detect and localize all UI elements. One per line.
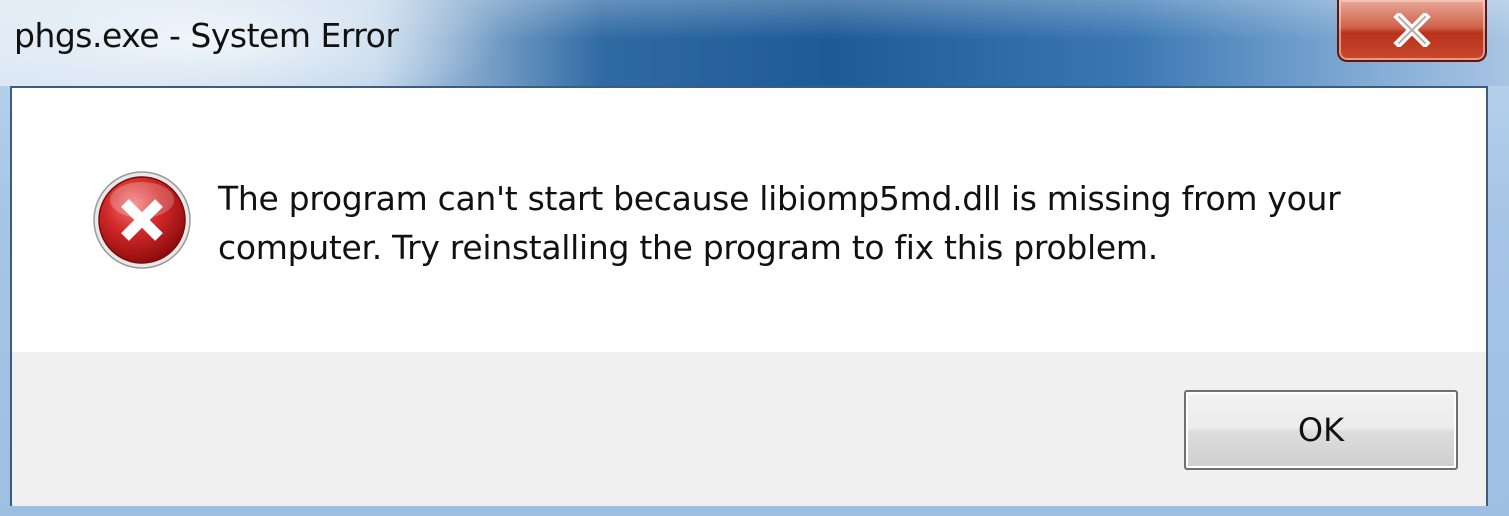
ok-button[interactable]: OK <box>1184 390 1458 470</box>
button-bar: OK <box>12 352 1486 506</box>
error-message: The program can't start because libiomp5… <box>218 179 1341 267</box>
error-icon <box>92 170 192 270</box>
window-title: phgs.exe - System Error <box>14 16 399 55</box>
title-bar[interactable]: phgs.exe - System Error <box>0 0 1509 86</box>
error-dialog-window: phgs.exe - System Error The program can'… <box>0 0 1509 516</box>
close-button[interactable] <box>1337 0 1487 62</box>
message-area: The program can't start because libiomp5… <box>12 88 1486 352</box>
dialog-body: The program can't start because libiomp5… <box>10 86 1488 506</box>
close-icon <box>1392 13 1432 47</box>
